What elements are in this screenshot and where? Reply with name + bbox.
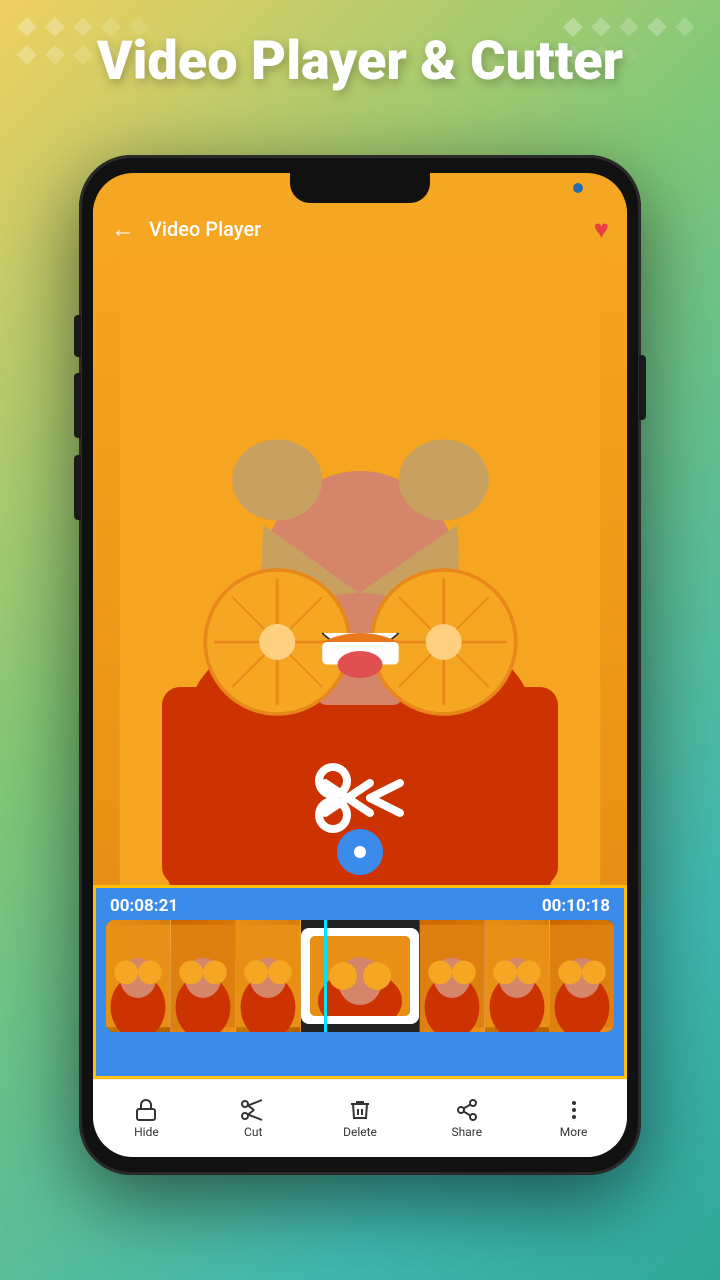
timeline-bar[interactable]: 00:08:21 00:10:18: [93, 885, 627, 1079]
nav-more-label: More: [560, 1125, 588, 1139]
favorite-button[interactable]: ♥: [594, 214, 609, 245]
phone-screen: ← Video Player ♥: [93, 173, 627, 1157]
timeline-end-time: 00:10:18: [542, 896, 610, 916]
nav-cut-label: Cut: [244, 1125, 262, 1139]
nav-item-cut[interactable]: Cut: [200, 1098, 307, 1139]
nav-item-more[interactable]: More: [520, 1098, 627, 1139]
app-header: ← Video Player ♥: [93, 203, 627, 255]
bottom-nav: Hide Cut: [93, 1079, 627, 1157]
timeline-thumbnails: [106, 920, 614, 1032]
nav-item-hide[interactable]: Hide: [93, 1098, 200, 1139]
nav-item-share[interactable]: Share: [413, 1098, 520, 1139]
scissors-overlay: [315, 763, 405, 875]
cut-icon: [240, 1098, 266, 1122]
nav-delete-label: Delete: [343, 1125, 377, 1139]
nav-item-delete[interactable]: Delete: [307, 1098, 414, 1139]
nav-share-label: Share: [451, 1125, 482, 1139]
nav-hide-label: Hide: [134, 1125, 159, 1139]
app-title: Video Player & Cutter: [0, 32, 720, 91]
scissors-icon: [315, 763, 405, 833]
timeline-start-time: 00:08:21: [110, 896, 178, 916]
back-button[interactable]: ←: [111, 215, 135, 244]
phone-mockup: ← Video Player ♥: [79, 155, 641, 1175]
lock-icon: [134, 1098, 158, 1122]
timeline-playhead: [324, 920, 327, 1032]
trash-icon: [348, 1098, 372, 1122]
share-icon: [455, 1098, 479, 1122]
header-title: Video Player: [149, 217, 594, 241]
more-icon: [562, 1098, 586, 1122]
